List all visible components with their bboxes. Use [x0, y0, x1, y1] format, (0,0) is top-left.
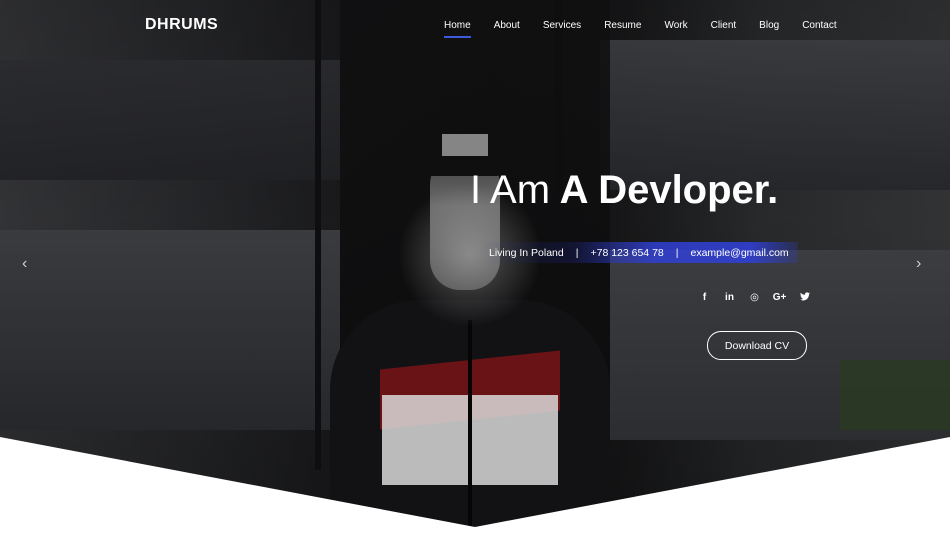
person-jacket-zipper [468, 320, 472, 545]
hero-section [0, 0, 950, 545]
email-text: example@gmail.com [690, 246, 789, 259]
headline-bold-text: A Devloper. [559, 168, 779, 212]
dribbble-icon[interactable]: ◎ [742, 292, 767, 304]
phone-text: +78 123 654 78 [590, 246, 664, 259]
twitter-icon [799, 292, 810, 301]
background-pole [315, 0, 321, 470]
nav-item-home[interactable]: Home [444, 20, 471, 38]
linkedin-icon[interactable]: in [717, 292, 742, 304]
background-grass [840, 360, 950, 430]
twitter-icon[interactable] [792, 292, 817, 304]
nav-item-resume[interactable]: Resume [604, 20, 641, 31]
nav-item-blog[interactable]: Blog [759, 20, 779, 31]
nav-item-about[interactable]: About [494, 20, 520, 31]
nav-item-client[interactable]: Client [711, 20, 737, 31]
download-cv-button[interactable]: Download CV [707, 331, 807, 360]
headline-light-text: I Am [470, 168, 551, 212]
location-text: Living In Poland [489, 246, 564, 259]
carousel-next-icon[interactable]: › [916, 255, 921, 273]
contact-info-bar: Living In Poland | +78 123 654 78 | exam… [478, 242, 798, 263]
cap-logo [442, 134, 488, 156]
facebook-icon[interactable]: f [692, 292, 717, 304]
main-nav: Home About Services Resume Work Client B… [444, 20, 860, 38]
hero-headline: I Am A Devloper. [470, 168, 820, 213]
nav-item-work[interactable]: Work [664, 20, 687, 31]
site-logo[interactable]: DHRUMS [145, 16, 218, 34]
social-links: f in ◎ G+ [692, 292, 817, 304]
separator: | [675, 246, 679, 259]
separator: | [575, 246, 579, 259]
google-plus-icon[interactable]: G+ [767, 292, 792, 304]
background-buildings-left [0, 60, 340, 180]
nav-item-services[interactable]: Services [543, 20, 581, 31]
nav-item-contact[interactable]: Contact [802, 20, 836, 31]
carousel-prev-icon[interactable]: ‹ [22, 255, 27, 273]
background-water [0, 230, 340, 430]
